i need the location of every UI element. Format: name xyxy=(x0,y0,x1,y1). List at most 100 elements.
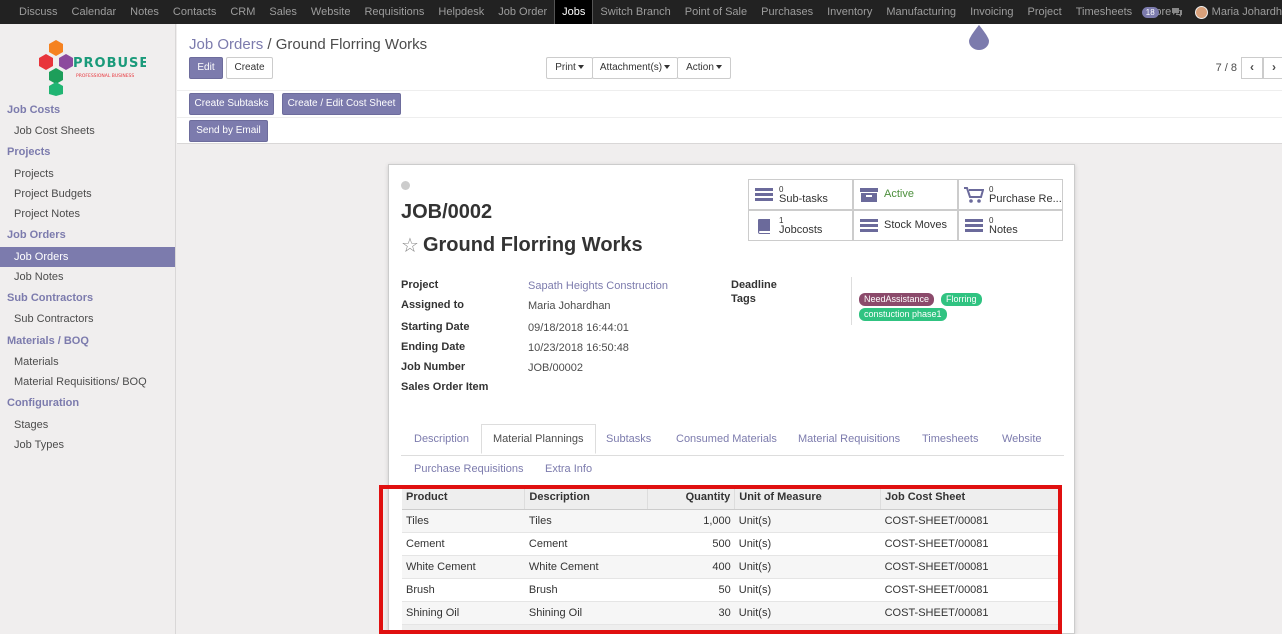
cost-sheet-button[interactable]: Create / Edit Cost Sheet xyxy=(282,93,401,115)
sidebar-item-job-types[interactable]: Job Types xyxy=(0,435,175,455)
column-header-quantity[interactable]: Quantity xyxy=(647,486,736,510)
topnav-item-job-order[interactable]: Job Order xyxy=(491,0,554,24)
table-row[interactable]: Shining Oil Shining Oil 30 Unit(s) COST-SHEE… xyxy=(402,600,1060,624)
edit-button[interactable]: Edit xyxy=(189,57,223,79)
topnav-item-inventory[interactable]: Inventory xyxy=(820,0,879,24)
table-cell-product: Shining Oil xyxy=(402,600,525,624)
tab-material-requisitions[interactable]: Material Requisitions xyxy=(798,433,900,445)
pager-next-button[interactable]: › xyxy=(1263,57,1282,79)
chat-icon[interactable] xyxy=(1171,7,1183,17)
breadcrumb-current: Ground Florring Works xyxy=(275,36,428,53)
user-menu[interactable]: Maria Johardh xyxy=(1212,6,1282,18)
table-cell-unit-of-measure: Unit(s) xyxy=(734,600,881,624)
tab-extra-info[interactable]: Extra Info xyxy=(545,463,592,475)
print-dropdown[interactable]: Print xyxy=(546,57,593,79)
top-navbar: Discuss Calendar Notes Contacts CRM Sales Webs… xyxy=(0,0,1282,24)
topnav-item-calendar[interactable]: Calendar xyxy=(65,0,124,24)
job-number-title: JOB/0002 xyxy=(401,201,493,223)
sidebar-item-job-orders[interactable]: Job Orders xyxy=(0,247,175,267)
sidebar-item-project-budgets[interactable]: Project Budgets xyxy=(0,184,175,204)
sidebar-item-sub-contractors[interactable]: Sub Contractors xyxy=(0,309,175,329)
active-label: Active xyxy=(884,188,914,200)
topnav-item-contacts[interactable]: Contacts xyxy=(166,0,223,24)
sidebar-item-project-notes[interactable]: Project Notes xyxy=(0,204,175,224)
tab-timesheets[interactable]: Timesheets xyxy=(922,433,978,445)
caret-down-icon xyxy=(577,65,584,70)
topnav-item-jobs[interactable]: Jobs xyxy=(554,0,594,24)
tag-badge[interactable]: constuction phase1 xyxy=(859,308,947,321)
breadcrumb: Job Orders / Ground Florring Works xyxy=(189,36,427,53)
topnav-item-crm[interactable]: CRM xyxy=(223,0,262,24)
tab-description[interactable]: Description xyxy=(414,433,469,445)
project-field[interactable]: Sapath Heights Construction xyxy=(528,280,668,292)
pager-previous-button[interactable]: ‹ xyxy=(1241,57,1263,79)
tab-subtasks[interactable]: Subtasks xyxy=(606,433,651,445)
sidebar-item-job-notes[interactable]: Job Notes xyxy=(0,267,175,287)
sidebar-item-job-cost-sheets[interactable]: Job Cost Sheets xyxy=(0,121,175,141)
topnav-item-manufacturing[interactable]: Manufacturing xyxy=(879,0,963,24)
tab-purchase-requisitions[interactable]: Purchase Requisitions xyxy=(414,463,523,475)
table-cell-unit-of-measure: Unit(s) xyxy=(734,508,881,532)
topnav-item-project[interactable]: Project xyxy=(1020,0,1068,24)
assigned-field[interactable]: Maria Johardhan xyxy=(528,300,611,312)
send-email-button[interactable]: Send by Email xyxy=(189,120,268,142)
end-date-field[interactable]: 10/23/2018 16:50:48 xyxy=(528,342,629,354)
breadcrumb-parent[interactable]: Job Orders xyxy=(189,36,263,53)
table-footer-row xyxy=(402,623,1060,630)
tab-material-plannings[interactable]: Material Plannings xyxy=(481,424,596,454)
topnav-item-timesheets[interactable]: Timesheets xyxy=(1069,0,1139,24)
action-dropdown[interactable]: Action xyxy=(677,57,731,79)
tab-consumed-materials[interactable]: Consumed Materials xyxy=(676,433,777,445)
table-row[interactable]: Brush Brush 50 Unit(s) COST-SHEET/00081 xyxy=(402,577,1060,601)
start-date-field[interactable]: 09/18/2018 16:44:01 xyxy=(528,322,629,334)
sidebar-item-material-requisitions-boq[interactable]: Material Requisitions/ BOQ xyxy=(0,372,175,392)
topnav-item-invoicing[interactable]: Invoicing xyxy=(963,0,1020,24)
topnav-item-sales[interactable]: Sales xyxy=(262,0,304,24)
sidebar-item-projects[interactable]: Projects xyxy=(0,164,175,184)
table-footer-cell xyxy=(880,623,1060,630)
table-row[interactable]: Tiles Tiles 1,000 Unit(s) COST-SHEET/00081 xyxy=(402,508,1060,532)
table-cell-product: White Cement xyxy=(402,554,525,578)
topnav-item-purchases[interactable]: Purchases xyxy=(754,0,820,24)
table-cell-product: Brush xyxy=(402,577,525,601)
topnav-item-requisitions[interactable]: Requisitions xyxy=(357,0,431,24)
tag-badge[interactable]: Florring xyxy=(941,293,982,306)
topnav-item-website[interactable]: Website xyxy=(304,0,358,24)
star-icon[interactable]: ☆ xyxy=(401,233,419,258)
tab-website[interactable]: Website xyxy=(1002,433,1042,445)
topnav-item-notes[interactable]: Notes xyxy=(123,0,166,24)
sidebar-item-stages[interactable]: Stages xyxy=(0,415,175,435)
subtasks-label: Sub-tasks xyxy=(779,192,828,205)
create-button[interactable]: Create xyxy=(226,57,273,79)
svg-text:PROBUSE: PROBUSE xyxy=(73,56,146,71)
purchase-requisitions-stat-button[interactable]: 0 Purchase Re... xyxy=(958,179,1063,210)
table-footer-cell xyxy=(524,623,648,630)
attachments-dropdown[interactable]: Attachment(s) xyxy=(592,57,678,79)
column-header-product[interactable]: Product xyxy=(402,486,526,510)
create-subtasks-button[interactable]: Create Subtasks xyxy=(189,93,274,115)
print-label: Print xyxy=(555,62,576,73)
stock-moves-stat-button[interactable]: Stock Moves xyxy=(853,210,958,241)
column-header-job-cost-sheet[interactable]: Job Cost Sheet xyxy=(880,486,1060,510)
table-cell-description: Cement xyxy=(524,531,648,555)
list-icon xyxy=(754,187,774,202)
table-row[interactable]: White Cement White Cement 400 Unit(s) COST-S… xyxy=(402,554,1060,578)
jobcosts-stat-button[interactable]: 1 Jobcosts xyxy=(748,210,853,241)
active-toggle-button[interactable]: Active xyxy=(853,179,958,210)
topnav-item-discuss[interactable]: Discuss xyxy=(12,0,65,24)
table-footer-cell xyxy=(647,623,735,630)
table-cell-description: White Cement xyxy=(524,554,648,578)
job-number-field[interactable]: JOB/00002 xyxy=(528,362,583,374)
sidebar-item-materials[interactable]: Materials xyxy=(0,352,175,372)
topnav-item-helpdesk[interactable]: Helpdesk xyxy=(431,0,491,24)
tag-badge[interactable]: NeedAssistance xyxy=(859,293,935,306)
topnav-item-point-of-sale[interactable]: Point of Sale xyxy=(678,0,754,24)
notification-badge[interactable]: 18 xyxy=(1141,6,1159,18)
notes-stat-button[interactable]: 0 Notes xyxy=(958,210,1063,241)
avatar[interactable] xyxy=(1194,5,1208,19)
column-header-unit-of-measure[interactable]: Unit of Measure xyxy=(734,486,882,510)
table-row[interactable]: Cement Cement 500 Unit(s) COST-SHEET/00081 xyxy=(402,531,1060,555)
column-header-description[interactable]: Description xyxy=(524,486,649,510)
topnav-item-switch-branch[interactable]: Switch Branch xyxy=(593,0,677,24)
subtasks-stat-button[interactable]: 0 Sub-tasks xyxy=(748,179,853,210)
